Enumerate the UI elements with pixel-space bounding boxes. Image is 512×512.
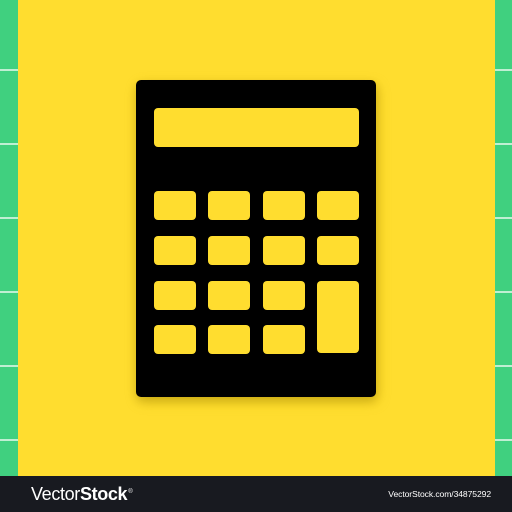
calculator-key-icon (208, 325, 250, 354)
watermark-bar: Vector Stock ® VectorStock.com/34875292 (0, 476, 512, 512)
left-strip-line-3 (0, 217, 18, 219)
calculator-icon (136, 80, 378, 402)
calculator-key-icon (154, 236, 196, 265)
calculator-key-icon (317, 281, 359, 353)
vectorstock-logo-icon: Vector Stock ® (31, 484, 133, 505)
stock-url: VectorStock.com/34875292 (388, 489, 491, 499)
calculator-body (136, 80, 376, 397)
left-strip-line-6 (0, 439, 18, 441)
calculator-key-icon (263, 236, 305, 265)
vectorstock-logo-vector: Vector (31, 484, 80, 504)
calculator-key-icon (154, 191, 196, 220)
calculator-key-icon (263, 191, 305, 220)
calculator-key-icon (154, 281, 196, 310)
right-strip-line-3 (495, 217, 512, 219)
right-strip-line-5 (495, 365, 512, 367)
left-strip-line-2 (0, 143, 18, 145)
left-strip-line-1 (0, 69, 18, 71)
calculator-key-icon (154, 325, 196, 354)
calculator-key-icon (263, 325, 305, 354)
vectorstock-logo-stock: Stock (79, 484, 128, 504)
calculator-key-icon (317, 191, 359, 220)
left-green-strip (0, 0, 18, 476)
left-strip-line-4 (0, 291, 18, 293)
right-strip-line-2 (495, 143, 512, 145)
left-strip-line-5 (0, 365, 18, 367)
right-strip-line-6 (495, 439, 512, 441)
calculator-key-icon (208, 236, 250, 265)
right-strip-line-1 (495, 69, 512, 71)
registered-symbol: ® (128, 489, 133, 495)
calculator-key-icon (208, 281, 250, 310)
calculator-key-icon (263, 281, 305, 310)
right-strip-line-4 (495, 291, 512, 293)
vector-stock-preview: Vector Stock ® VectorStock.com/34875292 (0, 0, 512, 512)
right-green-strip (495, 0, 512, 476)
calculator-display-icon (154, 108, 359, 147)
yellow-artboard (18, 0, 495, 476)
calculator-key-icon (317, 236, 359, 265)
calculator-key-icon (208, 191, 250, 220)
